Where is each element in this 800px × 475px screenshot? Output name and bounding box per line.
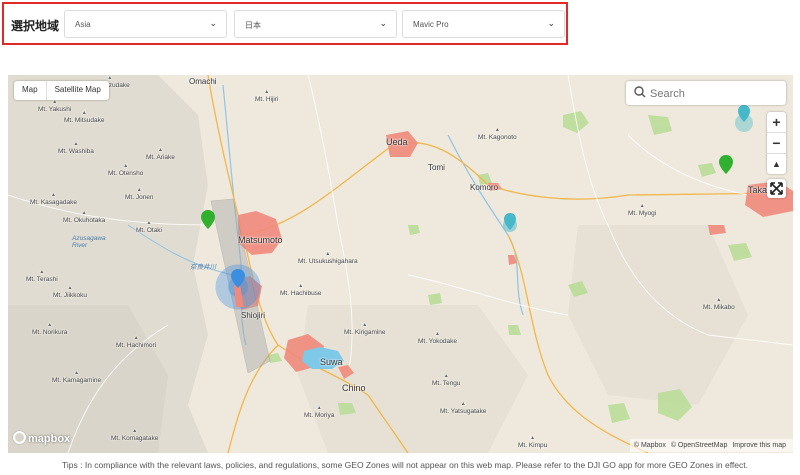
mountain-label: Mt. Washiba: [58, 141, 94, 155]
fullscreen-icon: [770, 182, 783, 195]
region-label: 選択地域: [11, 19, 60, 33]
city-label: Ueda: [386, 137, 408, 147]
aircraft-select[interactable]: Mavic Pro ⌄: [402, 10, 565, 38]
city-label: Suwa: [320, 357, 343, 367]
geo-zone-map[interactable]: Omachi Ueda Tomi Komoro Takasaki Matsumo…: [8, 75, 793, 453]
map-type-map-button[interactable]: Map: [14, 81, 46, 100]
city-label: Tomi: [428, 163, 445, 172]
map-type-switch: Map Satellite Map: [14, 81, 109, 100]
region-select-value: Asia: [75, 20, 91, 29]
mountain-label: Mt. Hachibuse: [280, 283, 322, 297]
mountain-label: Mt. Mitsudake: [64, 110, 104, 124]
mountain-label: Mt. Ariake: [146, 147, 175, 161]
mountain-label: Mt. Okuhotaka: [63, 210, 105, 224]
mountain-label: Mt. Yokodake: [418, 331, 457, 345]
mountain-label: Mt. Yatsugatake: [440, 401, 486, 415]
chevron-down-icon: ⌄: [209, 18, 217, 28]
search-icon: [634, 86, 646, 98]
city-label: Chino: [342, 383, 366, 393]
mountain-label: Mt. Otensho: [108, 163, 143, 177]
region-filter-bar: 選択地域 Asia ⌄ 日本 ⌄ Mavic Pro ⌄: [2, 2, 568, 45]
fullscreen-button[interactable]: [767, 179, 786, 198]
mountain-label: Mt. Jonen: [125, 187, 154, 201]
map-base-layer: [8, 75, 793, 453]
city-label: Matsumoto: [238, 235, 283, 245]
zoom-in-button[interactable]: +: [767, 112, 786, 132]
mountain-label: Mt. Kimpu: [518, 435, 547, 449]
mountain-label: Mt. Hachimori: [116, 335, 156, 349]
compass-button[interactable]: ▲: [767, 153, 786, 174]
mountain-label: Mt. Kirigamine: [344, 322, 386, 336]
map-navigation-controls: + − ▲: [767, 112, 786, 174]
mountain-label: Mt. Jiikkoku: [53, 285, 87, 299]
mountain-label: Mt. Norikura: [32, 322, 67, 336]
mountain-label: Mt. Utsukushigahara: [298, 251, 358, 265]
city-label: Komoro: [470, 183, 499, 192]
attribution-osm-link[interactable]: © OpenStreetMap: [671, 442, 728, 449]
zoom-out-button[interactable]: −: [767, 132, 786, 153]
map-attribution: © Mapbox © OpenStreetMap Improve this ma…: [629, 439, 793, 452]
mapbox-logo[interactable]: mapbox: [13, 431, 70, 445]
mountain-label: Mt. Kagonoto: [478, 127, 517, 141]
map-type-satellite-button[interactable]: Satellite Map: [45, 81, 109, 100]
map-search-input[interactable]: [648, 84, 782, 104]
map-search-box: [626, 81, 786, 105]
improve-map-link[interactable]: Improve this map: [732, 442, 786, 449]
city-label: Omachi: [189, 77, 217, 86]
mountain-label: Mt. Terashi: [26, 269, 58, 283]
mountain-label: Mt. Hijiri: [255, 89, 278, 103]
mountain-label: Mt. Tengu: [432, 373, 460, 387]
chevron-down-icon: ⌄: [379, 18, 387, 28]
mountain-label: Mt. Mikabo: [703, 297, 735, 311]
mountain-label: Mt. Myogi: [628, 203, 656, 217]
mountain-label: Mt. Kamagamine: [52, 370, 101, 384]
river-label: Azusagawa River: [72, 235, 106, 249]
mountain-label: Mt. Kasagadake: [30, 192, 77, 206]
mountain-label: Mt. Komagatake: [111, 428, 158, 442]
geo-zone-tips: Tips : In compliance with the relevant l…: [62, 460, 748, 470]
aircraft-select-value: Mavic Pro: [413, 20, 449, 29]
mountain-label: Mt. Otaki: [136, 220, 162, 234]
mountain-label: Mt. Moriya: [304, 405, 334, 419]
mapbox-logo-icon: [13, 431, 26, 444]
region-select[interactable]: Asia ⌄: [64, 10, 227, 38]
mapbox-logo-text: mapbox: [28, 433, 71, 445]
attribution-mapbox-link[interactable]: © Mapbox: [634, 442, 666, 449]
country-select-value: 日本: [245, 21, 261, 30]
city-label: Shiojiri: [241, 311, 266, 320]
river-label: 奈良井川: [190, 264, 216, 271]
country-select[interactable]: 日本 ⌄: [234, 10, 397, 38]
chevron-down-icon: ⌄: [547, 18, 555, 28]
